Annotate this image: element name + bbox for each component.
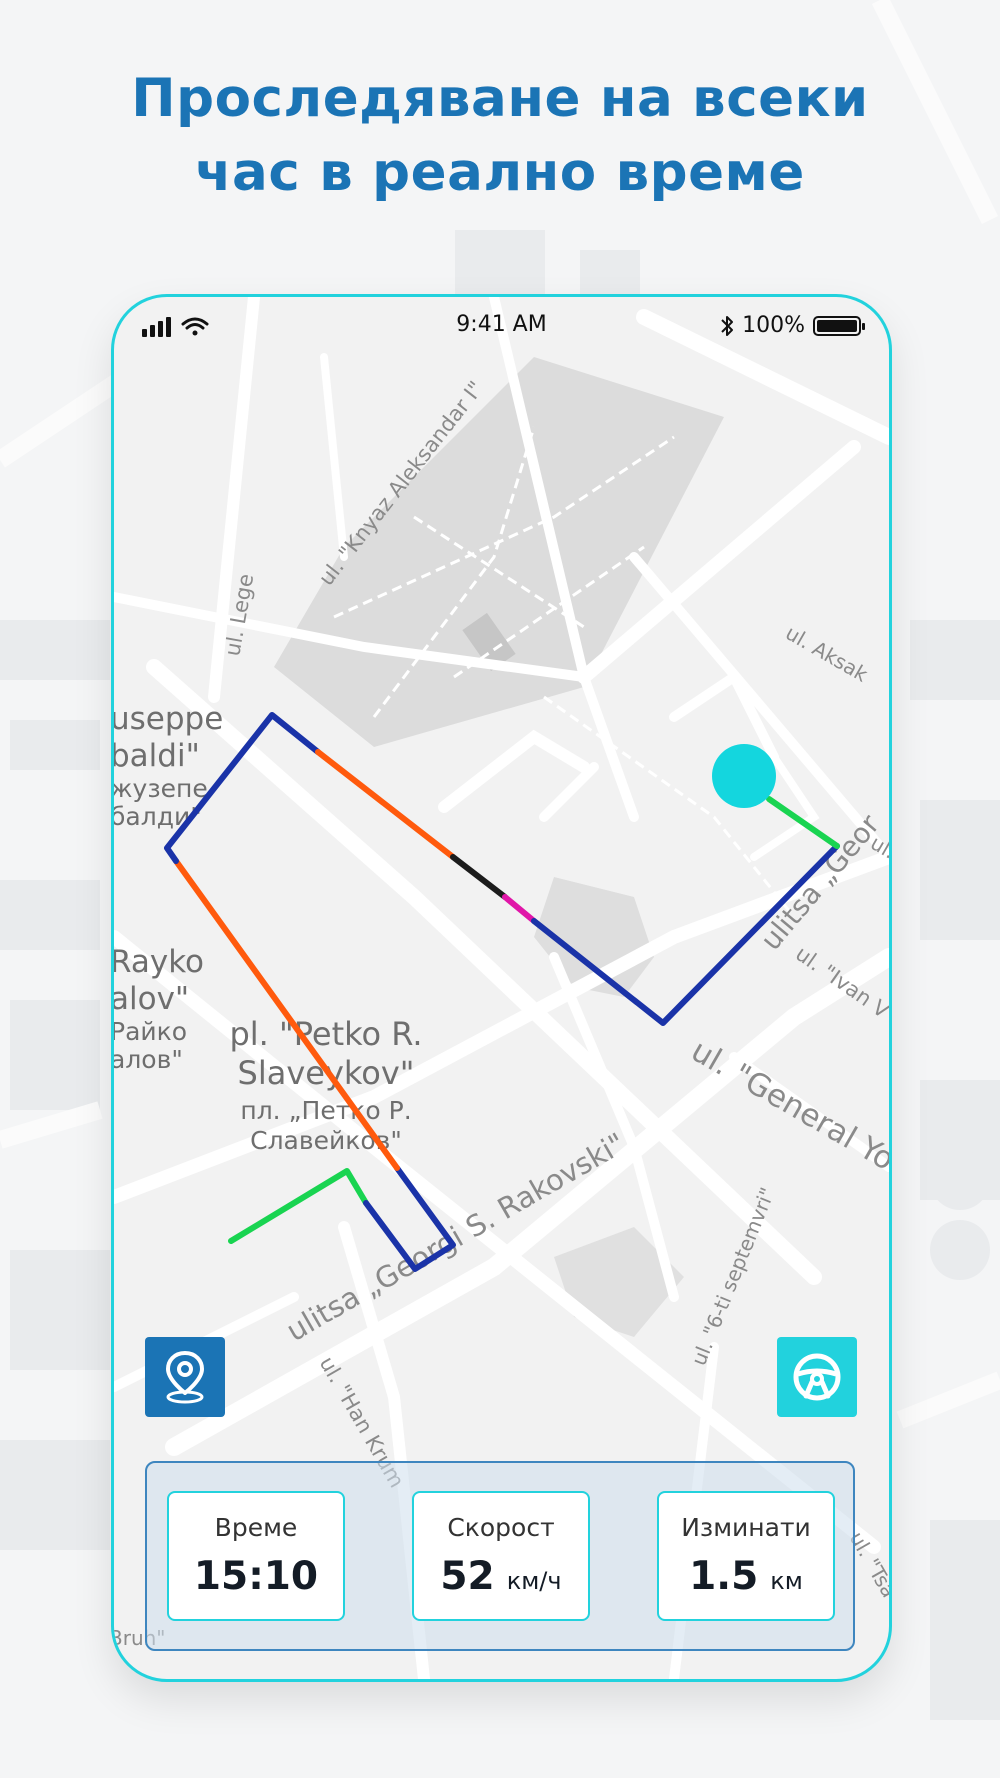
label-giuseppe-2: baldi" [114,738,200,774]
label-rayko-bg-2: алов" [114,1045,183,1074]
battery-icon [813,315,865,336]
stat-speed-value: 52 км/ч [414,1554,588,1599]
stat-distance-value: 1.5 км [659,1554,833,1599]
stat-distance-number: 1.5 [689,1554,759,1599]
stat-distance-label: Изминати [681,1513,811,1542]
headline-line-1: Проследяване на всеки [131,68,869,129]
location-button[interactable] [145,1337,225,1417]
stat-card-time: Време 15:10 [167,1491,345,1621]
steering-wheel-icon [793,1353,841,1401]
label-aksakov: ul. Aksak [782,621,873,687]
label-sixth: ul. "6-ti septemvri" [686,1184,779,1369]
label-rayko-bg-1: Райко [114,1017,187,1046]
stat-speed-label: Скорост [447,1513,555,1542]
label-rayko-2: alov" [114,981,189,1017]
stat-time-value: 15:10 [169,1554,343,1599]
battery-percent: 100% [742,313,805,338]
label-giuseppe-bg-1: жузепе [114,774,208,803]
stat-speed-number: 52 [440,1554,495,1599]
status-bar: 9:41 AM 100% [114,297,889,359]
label-giuseppe-1: useppe [114,701,223,737]
location-pin-icon [166,1351,204,1404]
status-right-icons: 100% [720,313,865,338]
label-rayko-1: Rayko [114,944,204,980]
stat-card-speed: Скорост 52 км/ч [412,1491,590,1621]
headline-line-2: час в реално време [195,142,805,203]
stat-card-distance: Изминати 1.5 км [657,1491,835,1621]
label-petko-1: pl. "Petko R. [229,1015,422,1053]
label-petko-bg-1: пл. „Петко Р. [240,1096,411,1125]
route-segment-magenta [502,894,537,924]
route-segment-black [450,854,508,900]
page-headline: Проследяване на всеки час в реално време [0,62,1000,210]
drive-button[interactable] [777,1337,857,1417]
stat-distance-unit: км [770,1567,803,1595]
route-segment-orange-2 [315,749,456,860]
bluetooth-icon [721,315,734,336]
current-location-marker [712,744,776,808]
trip-stats-panel: Време 15:10 Скорост 52 км/ч Изминати 1.5 к… [145,1461,855,1651]
label-georgi-right: ulitsa „Geor [754,808,886,957]
stat-time-number: 15:10 [193,1554,319,1599]
stat-time-label: Време [214,1513,298,1542]
label-general: ul. "General Yo [685,1033,889,1178]
phone-frame: ul. "Knyaz Aleksandar I" ul. Lege ul. Ak… [111,294,892,1682]
stat-speed-unit: км/ч [506,1567,562,1595]
